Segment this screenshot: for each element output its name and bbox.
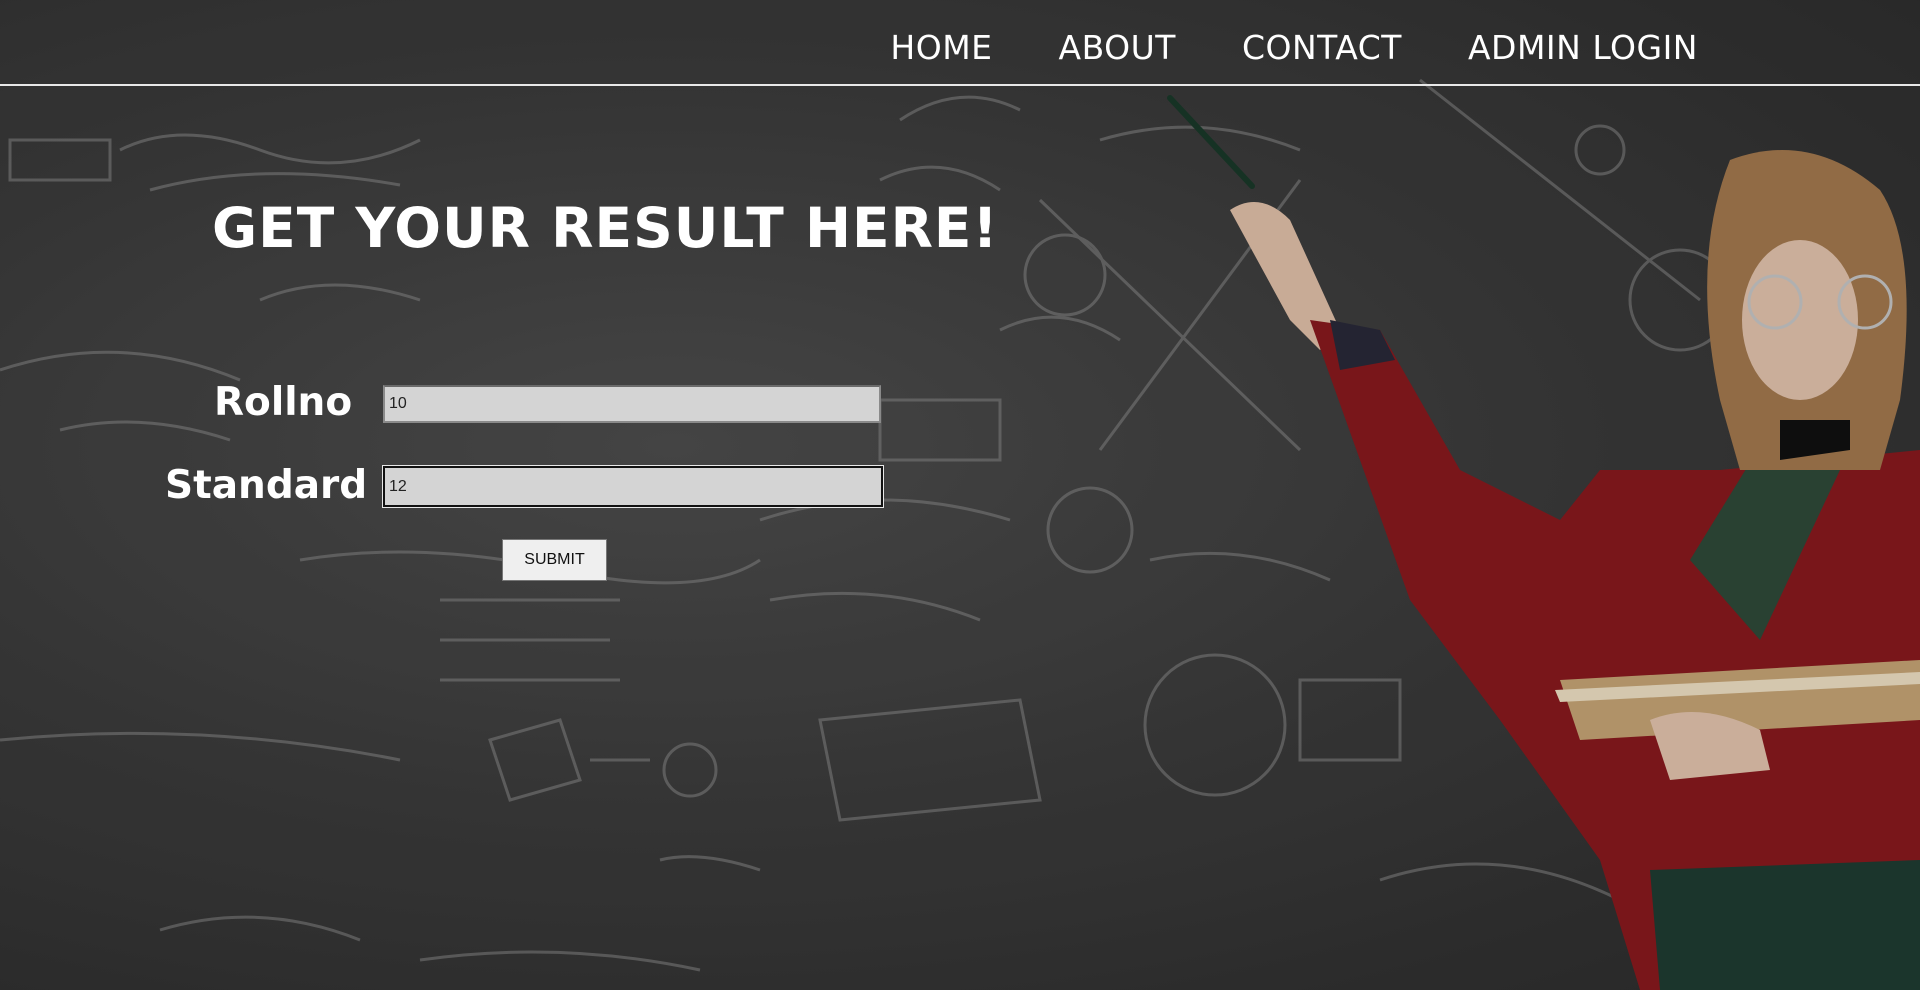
page-headline: GET YOUR RESULT HERE! bbox=[212, 196, 999, 260]
standard-input[interactable] bbox=[383, 466, 883, 507]
result-page: HOME ABOUT CONTACT ADMIN LOGIN GET YOUR … bbox=[0, 0, 1920, 990]
nav-home-link[interactable]: HOME bbox=[890, 28, 992, 67]
nav-about-link[interactable]: ABOUT bbox=[1059, 28, 1176, 67]
standard-label: Standard bbox=[165, 463, 368, 508]
nav-contact-link[interactable]: CONTACT bbox=[1242, 28, 1402, 67]
submit-button[interactable]: SUBMIT bbox=[502, 539, 607, 581]
rollno-input[interactable] bbox=[383, 385, 881, 423]
nav-admin-login-link[interactable]: ADMIN LOGIN bbox=[1468, 28, 1698, 67]
top-navbar: HOME ABOUT CONTACT ADMIN LOGIN bbox=[0, 0, 1920, 86]
nav-links: HOME ABOUT CONTACT ADMIN LOGIN bbox=[890, 28, 1698, 67]
rollno-label: Rollno bbox=[214, 380, 353, 425]
